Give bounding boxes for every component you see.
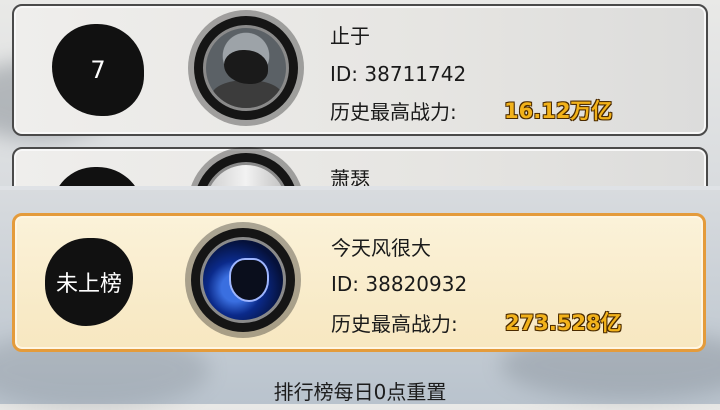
ranking-row[interactable]: 7 止于 ID: 38711742 历史最高战力: 16.12万亿	[12, 4, 708, 136]
power-value: 16.12万亿	[504, 99, 613, 123]
my-id: ID: 38820932	[331, 272, 468, 296]
player-id: ID: 38711742	[330, 62, 467, 86]
ranking-row[interactable]: 萧瑟	[12, 147, 708, 190]
power-label: 历史最高战力:	[331, 312, 458, 336]
reset-notice: 排行榜每日0点重置	[273, 380, 447, 404]
my-ranking-card[interactable]: 未上榜 今天风很大 ID: 38820932 历史最高战力: 273.528亿	[12, 213, 706, 352]
rank-badge: 7	[52, 24, 144, 116]
list-clip-edge	[0, 186, 720, 190]
ninja-avatar-icon	[200, 237, 286, 323]
dark-rock-avatar-icon	[203, 25, 289, 111]
my-power-value: 273.528亿	[505, 311, 622, 335]
player-avatar[interactable]	[194, 16, 298, 120]
my-avatar[interactable]	[191, 228, 295, 332]
player-name: 止于	[330, 24, 370, 48]
player-avatar[interactable]	[194, 153, 298, 190]
my-name: 今天风很大	[331, 236, 431, 260]
ranking-list[interactable]: 7 止于 ID: 38711742 历史最高战力: 16.12万亿 萧瑟	[0, 0, 720, 190]
unranked-badge: 未上榜	[45, 238, 133, 326]
power-label: 历史最高战力:	[330, 100, 457, 124]
